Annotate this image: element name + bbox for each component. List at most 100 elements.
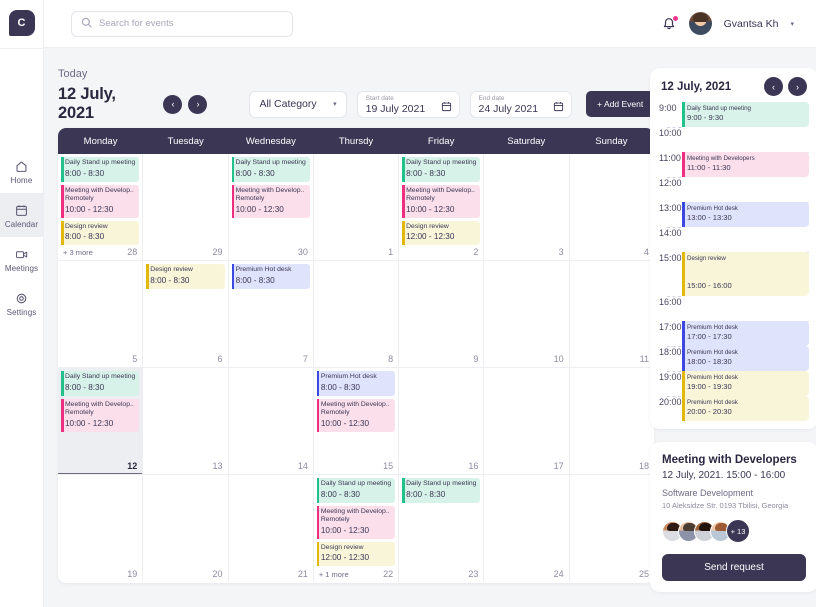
calendar-event-chip[interactable]: Daily Stand up meeting 8:00 - 8:30 (316, 478, 396, 503)
start-date-field[interactable]: Start date 19 July 2021 (356, 90, 460, 118)
calendar-day-cell[interactable]: Daily Stand up meeting 8:00 - 8:30 Meeting… (399, 154, 485, 260)
timeline-hour-label: 18:00 (659, 347, 682, 357)
calendar-day-cell[interactable]: 18 (570, 368, 654, 474)
calendar-event-chip[interactable]: Design review 12:00 - 12:30 (402, 220, 481, 245)
sidebar-item-calendar[interactable]: Calendar (0, 193, 43, 237)
search-input[interactable] (99, 18, 283, 29)
event-detail-title: Meeting with Developers (662, 454, 797, 466)
calendar-day-cell[interactable]: Daily Stand up meeting 8:00 - 8:30 Meeting… (58, 368, 144, 474)
calendar-day-cell[interactable]: Daily Stand up meeting 8:00 - 8:30 Meeting… (314, 475, 400, 582)
timeline-event[interactable]: Meeting with Developers 11:00 - 11:30 (682, 152, 809, 177)
calendar-toolbar: Today 12 July, 2021 ‹ › All Category ▾ S… (58, 68, 655, 122)
calendar-event-chip[interactable]: Meeting with Develop.. Remotely 10:00 - 1… (316, 505, 396, 539)
event-time: 8:00 - 8:30 (406, 168, 446, 178)
calendar-day-cell[interactable]: Design review 8:00 - 8:30 6 (143, 261, 229, 367)
event-time: 12:00 - 12:30 (320, 553, 370, 562)
calendar-event-chip[interactable]: Premium Hot desk 8:00 - 8:30 (316, 371, 396, 396)
add-event-button[interactable]: + Add Event (586, 91, 655, 117)
calendar-day-cell[interactable]: 29 (143, 154, 229, 260)
calendar-day-cell[interactable]: Daily Stand up meeting 8:00 - 8:30 23 (399, 475, 485, 582)
calendar-event-chip[interactable]: Design review 8:00 - 8:30 (61, 220, 140, 245)
prev-period-button[interactable]: ‹ (163, 94, 183, 114)
calendar-icon[interactable] (553, 99, 564, 117)
calendar-day-cell[interactable]: 16 (399, 368, 485, 474)
calendar-event-chip[interactable]: Design review 8:00 - 8:30 (146, 264, 225, 289)
app-logo[interactable]: C (8, 10, 35, 36)
calendar-day-cell[interactable]: 25 (570, 475, 654, 582)
next-period-button[interactable]: › (188, 94, 208, 114)
calendar-event-chip[interactable]: Daily Stand up meeting 8:00 - 8:30 (61, 371, 140, 396)
calendar-event-chip[interactable]: Meeting with Develop.. Remotely 10:00 - 1… (61, 184, 140, 218)
calendar-day-cell[interactable]: 4 (570, 154, 654, 260)
calendar-day-cell[interactable]: 9 (399, 261, 485, 367)
calendar-day-cell[interactable]: 20 (143, 475, 229, 582)
calendar-event-chip[interactable]: Meeting with Develop.. Remotely 10:00 - 1… (231, 184, 310, 218)
day-number: 24 (553, 569, 564, 579)
calendar-event-chip[interactable]: Daily Stand up meeting 8:00 - 8:30 (402, 478, 481, 503)
timeline-row: 9:00 Daily Stand up meeting 9:00 - 9:30 (650, 102, 816, 127)
calendar-day-cell[interactable]: 21 (229, 475, 314, 582)
calendar-day-cell[interactable]: 3 (484, 154, 570, 260)
calendar-event-chip[interactable]: Meeting with Develop.. Remotely 10:00 - 1… (402, 184, 481, 218)
category-filter-select[interactable]: All Category ▾ (249, 90, 347, 118)
timeline-event[interactable]: Premium Hot desk 20:00 - 20:30 (682, 396, 809, 421)
calendar-day-cell[interactable]: Premium Hot desk 8:00 - 8:30 7 (229, 261, 314, 367)
more-events-link[interactable]: + 3 more (63, 248, 93, 257)
prev-day-button[interactable]: ‹ (764, 77, 783, 96)
calendar-event-chip[interactable]: Daily Stand up meeting 8:00 - 8:30 (402, 157, 481, 182)
calendar-day-cell[interactable]: Premium Hot desk 8:00 - 8:30 Meeting with … (314, 368, 400, 474)
calendar-day-cell[interactable]: 24 (484, 475, 570, 582)
send-request-button[interactable]: Send request (662, 554, 806, 581)
day-number: 30 (297, 247, 308, 257)
timeline-row: 12:00 (650, 177, 816, 202)
calendar-event-chip[interactable]: Premium Hot desk 8:00 - 8:30 (231, 264, 310, 289)
timeline-event[interactable]: Premium Hot desk 18:00 - 18:30 (682, 346, 809, 371)
sidebar-item-settings[interactable]: Settings (0, 281, 43, 325)
day-schedule-card: 12 July, 2021 ‹ › 9:00 Daily Stand up mee… (650, 68, 816, 429)
timeline-event[interactable]: Design review 15:00 - 16:00 (682, 252, 809, 296)
end-date-field[interactable]: End date 24 July 2021 (469, 90, 573, 118)
calendar-week-row: Daily Stand up meeting 8:00 - 8:30 Meeting… (58, 154, 654, 261)
more-events-link[interactable]: + 1 more (319, 570, 349, 579)
event-title: Meeting with Develop.. Remotely (65, 400, 134, 417)
chevron-down-icon[interactable]: ▾ (790, 20, 794, 28)
calendar-event-chip[interactable]: Meeting with Develop.. Remotely 10:00 - 1… (61, 398, 140, 432)
attendee-overflow-count[interactable]: + 13 (726, 519, 750, 543)
timeline-row: 20:00 Premium Hot desk 20:00 - 20:30 (650, 396, 816, 421)
next-day-button[interactable]: › (788, 77, 807, 96)
calendar-grid: Monday Tuesday Wednesday Thursdy Friday Satur… (58, 128, 654, 583)
calendar-day-cell[interactable]: 14 (229, 368, 314, 474)
timeline-event[interactable]: Premium Hot desk 19:00 - 19:30 (682, 371, 809, 396)
calendar-day-cell[interactable]: 17 (484, 368, 570, 474)
timeline-event[interactable]: Premium Hot desk 13:00 - 13:30 (682, 202, 809, 227)
event-time: 8:00 - 8:30 (65, 168, 105, 178)
calendar-event-chip[interactable]: Daily Stand up meeting 8:00 - 8:30 (231, 157, 310, 182)
day-number: 16 (468, 461, 479, 471)
calendar-day-cell[interactable]: 1 (314, 154, 400, 260)
timeline-event[interactable]: Premium Hot desk 17:00 - 17:30 (682, 321, 809, 346)
avatar[interactable] (688, 12, 712, 35)
calendar-event-chip[interactable]: Daily Stand up meeting 8:00 - 8:30 (61, 157, 140, 182)
timeline-event[interactable]: Daily Stand up meeting 9:00 - 9:30 (682, 102, 809, 127)
sidebar-item-meetings[interactable]: Meetings (0, 237, 43, 281)
calendar-day-cell[interactable]: 10 (484, 261, 570, 367)
timeline-hour-label: 13:00 (659, 203, 682, 213)
calendar-event-chip[interactable]: Meeting with Develop.. Remotely 10:00 - 1… (316, 398, 396, 432)
event-title: Daily Stand up meeting (65, 373, 136, 380)
event-time: 8:00 - 8:30 (406, 489, 446, 499)
event-title: Daily Stand up meeting (320, 480, 392, 487)
bell-icon[interactable] (662, 15, 678, 32)
calendar-day-cell[interactable]: 5 (58, 261, 144, 367)
calendar-day-cell[interactable]: 19 (58, 475, 144, 582)
calendar-day-cell[interactable]: 11 (570, 261, 654, 367)
search-box[interactable] (71, 10, 293, 37)
calendar-event-chip[interactable]: Design review 12:00 - 12:30 (316, 541, 396, 566)
timeline-hour-label: 16:00 (659, 297, 682, 307)
sidebar-item-home[interactable]: Home (0, 149, 43, 193)
calendar-day-cell[interactable]: 13 (143, 368, 229, 474)
calendar-day-cell[interactable]: Daily Stand up meeting 8:00 - 8:30 Meeting… (229, 154, 314, 260)
sidebar-item-label: Calendar (4, 220, 39, 229)
calendar-day-cell[interactable]: Daily Stand up meeting 8:00 - 8:30 Meeting… (58, 154, 144, 260)
calendar-day-cell[interactable]: 8 (314, 261, 400, 367)
calendar-icon[interactable] (441, 99, 452, 117)
